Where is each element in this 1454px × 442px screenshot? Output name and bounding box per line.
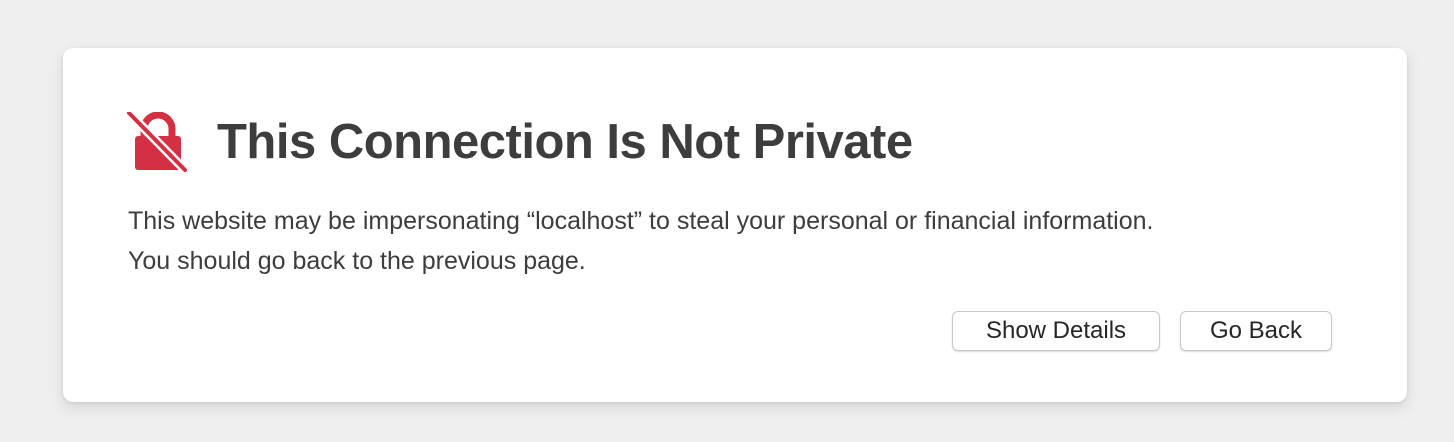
broken-lock-icon xyxy=(125,109,189,174)
show-details-button[interactable]: Show Details xyxy=(952,311,1160,351)
warning-message-line-2: You should go back to the previous page. xyxy=(128,247,586,275)
action-buttons: Show Details Go Back xyxy=(952,311,1332,351)
warning-message-line-1: This website may be impersonating “local… xyxy=(128,207,1154,235)
page-title: This Connection Is Not Private xyxy=(217,115,913,169)
warning-message: This website may be impersonating “local… xyxy=(128,201,1358,281)
go-back-button[interactable]: Go Back xyxy=(1180,311,1332,351)
warning-card: This Connection Is Not Private This webs… xyxy=(63,48,1407,402)
